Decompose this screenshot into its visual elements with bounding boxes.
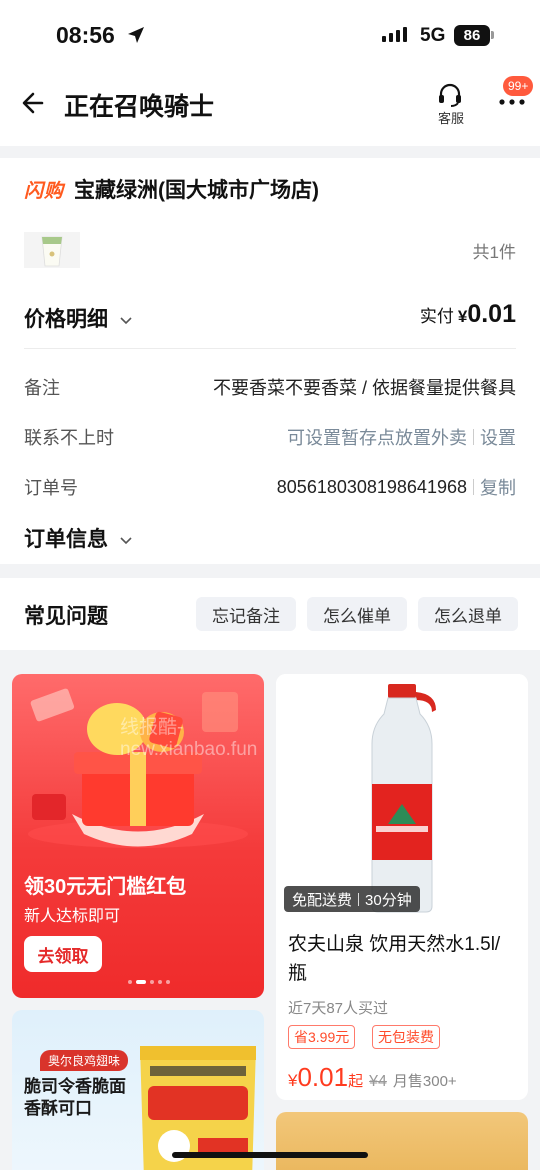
network-type: 5G bbox=[420, 25, 446, 46]
more-icon[interactable] bbox=[499, 99, 525, 105]
back-arrow-icon[interactable] bbox=[20, 89, 48, 117]
separator bbox=[473, 429, 474, 445]
faq-chip-urge-order[interactable]: 怎么催单 bbox=[307, 597, 407, 631]
paid-currency: ¥ bbox=[457, 307, 468, 326]
order-info-toggle[interactable]: 订单信息 bbox=[24, 523, 132, 553]
delivery-tag: 免配送费 30分钟 bbox=[284, 886, 420, 912]
promo-banner[interactable]: 线报酷-new.xianbao.fun 领30元无门槛红包 新人达标即可 去领取 bbox=[12, 674, 264, 998]
paid-label: 实付 bbox=[419, 307, 454, 326]
monthly-sales: 月售300+ bbox=[392, 1073, 457, 1090]
order-number-value: 8056180308198641968 复制 bbox=[277, 474, 516, 500]
customer-service-label[interactable]: 客服 bbox=[436, 108, 466, 127]
unreachable-hint: 可设置暂存点放置外卖 bbox=[287, 428, 467, 448]
carousel-dots bbox=[128, 980, 170, 984]
separator bbox=[358, 892, 360, 906]
order-card: 闪购 宝藏绿洲(国大城市广场店) 共1件 价格明细 实付 ¥ 0.01 备注 不… bbox=[0, 158, 540, 564]
separator bbox=[473, 479, 474, 495]
free-delivery-text: 免配送费 bbox=[292, 891, 353, 909]
recommendation-feed: 线报酷-new.xianbao.fun 领30元无门槛红包 新人达标即可 去领取… bbox=[0, 662, 540, 1170]
product-thumbnail[interactable] bbox=[24, 232, 80, 268]
paid-value: 0.01 bbox=[467, 300, 516, 328]
carousel-dot bbox=[166, 980, 170, 984]
faq-chip-cancel-order[interactable]: 怎么退单 bbox=[418, 597, 518, 631]
product-price: ¥ 0.01 起 ¥4 月售300+ bbox=[288, 1062, 457, 1093]
carousel-dot bbox=[150, 980, 154, 984]
paid-amount: 实付 ¥ 0.01 bbox=[420, 300, 516, 329]
notification-badge: 99+ bbox=[503, 76, 534, 96]
remark-label: 备注 bbox=[24, 378, 60, 398]
carousel-dot-active bbox=[136, 980, 146, 984]
headset-icon[interactable] bbox=[436, 82, 464, 108]
snack-flavor-tag: 奥尔良鸡翅味 bbox=[40, 1050, 129, 1071]
signal-icon bbox=[382, 27, 407, 42]
location-arrow-icon bbox=[128, 27, 144, 43]
price-value: 0.01 bbox=[297, 1062, 349, 1092]
order-number-label: 订单号 bbox=[24, 478, 78, 498]
status-time: 08:56 bbox=[56, 22, 115, 48]
store-name[interactable]: 宝藏绿洲(国大城市广场店) bbox=[74, 174, 319, 204]
chevron-down-icon bbox=[120, 537, 132, 545]
faq-title: 常见问题 bbox=[24, 605, 108, 628]
carousel-dot bbox=[158, 980, 162, 984]
item-count[interactable]: 共1件 bbox=[473, 238, 516, 263]
chevron-down-icon bbox=[120, 317, 132, 325]
save-chip: 省3.99元 bbox=[288, 1025, 356, 1049]
battery-cap bbox=[491, 31, 494, 39]
faq-chip-forgot-remark[interactable]: 忘记备注 bbox=[196, 597, 296, 631]
snack-slogan: 脆司令香脆面香酥可口 bbox=[24, 1077, 126, 1118]
remark-text: 不要香菜不要香菜 / 依据餐量提供餐具 bbox=[212, 378, 516, 398]
brand-logo: 闪购 bbox=[24, 181, 65, 202]
home-indicator[interactable] bbox=[172, 1152, 368, 1158]
remark-value: 不要香菜不要香菜 / 依据餐量提供餐具 bbox=[213, 374, 516, 400]
price-suffix: 起 bbox=[348, 1073, 364, 1090]
nav-bar: 正在召唤骑士 客服 99+ bbox=[0, 72, 540, 146]
product-sold: 近7天87人买过 bbox=[288, 1000, 389, 1017]
promo-subtitle: 新人达标即可 bbox=[24, 908, 121, 925]
set-button[interactable]: 设置 bbox=[480, 424, 516, 450]
promo-title: 领30元无门槛红包 bbox=[24, 876, 187, 898]
order-info-label: 订单信息 bbox=[24, 528, 108, 551]
copy-button[interactable]: 复制 bbox=[480, 474, 516, 500]
gift-box-illustration bbox=[28, 688, 248, 848]
next-product-card[interactable] bbox=[276, 1112, 528, 1170]
product-name: 农夫山泉 饮用天然水1.5l/瓶 bbox=[288, 934, 501, 984]
divider bbox=[24, 348, 516, 349]
claim-button[interactable]: 去领取 bbox=[24, 936, 102, 972]
delivery-time-text: 30分钟 bbox=[365, 891, 412, 909]
water-bottle-image bbox=[276, 674, 528, 914]
unreachable-label: 联系不上时 bbox=[24, 428, 114, 448]
status-bar: 08:56 5G 86 bbox=[0, 0, 540, 72]
free-packaging-chip: 无包装费 bbox=[372, 1025, 440, 1049]
watermark: 线报酷-new.xianbao.fun bbox=[120, 717, 258, 760]
page-title: 正在召唤骑士 bbox=[64, 93, 215, 121]
unreachable-value: 可设置暂存点放置外卖 设置 bbox=[287, 424, 516, 450]
order-number: 8056180308198641968 bbox=[276, 476, 467, 497]
battery-icon: 86 bbox=[454, 25, 490, 46]
price-detail-toggle[interactable]: 价格明细 bbox=[24, 303, 132, 333]
faq-section: 常见问题 忘记备注 怎么催单 怎么退单 bbox=[0, 578, 540, 650]
snack-bag-image bbox=[140, 1046, 256, 1170]
product-card[interactable]: 免配送费 30分钟 农夫山泉 饮用天然水1.5l/瓶 近7天87人买过 省3.9… bbox=[276, 674, 528, 1100]
carousel-dot bbox=[128, 980, 132, 984]
original-price: ¥4 bbox=[369, 1073, 387, 1090]
price-currency: ¥ bbox=[288, 1071, 298, 1090]
snack-card[interactable]: 奥尔良鸡翅味 脆司令香脆面香酥可口 bbox=[12, 1010, 264, 1170]
price-detail-label: 价格明细 bbox=[24, 308, 108, 331]
